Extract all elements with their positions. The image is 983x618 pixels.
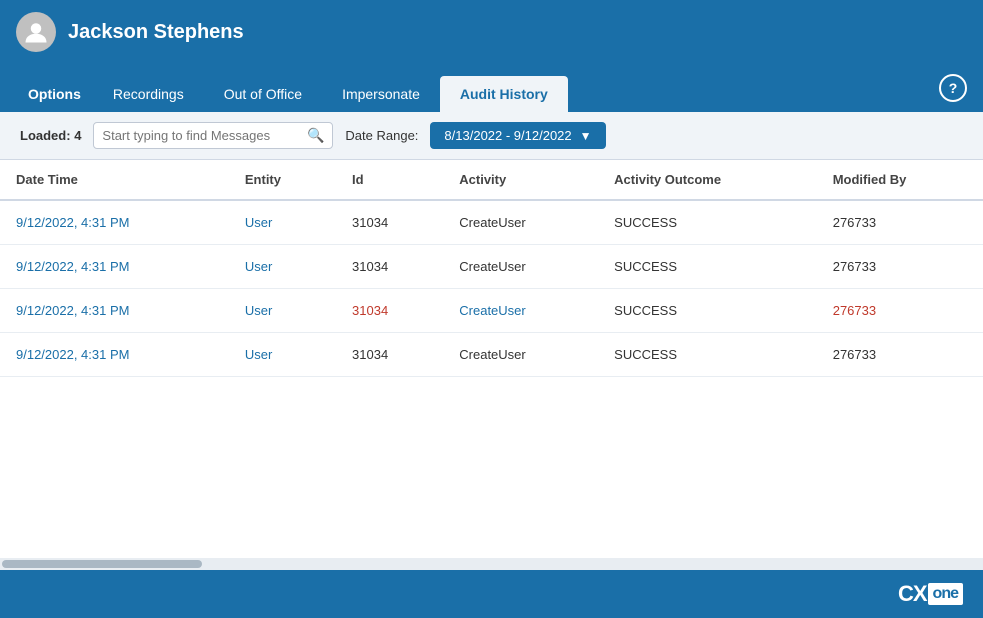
entity-link[interactable]: User (245, 303, 272, 318)
cell-entity: User (229, 200, 336, 245)
tab-audit-history[interactable]: Audit History (440, 76, 568, 112)
col-id: Id (336, 160, 443, 200)
cell-activity: CreateUser (443, 289, 598, 333)
audit-table-container: Date Time Entity Id Activity Activity Ou… (0, 160, 983, 558)
date-range-label: Date Range: (345, 128, 418, 143)
loaded-label: Loaded: 4 (20, 128, 81, 143)
cell-modified-by: 276733 (817, 333, 983, 377)
table-row: 9/12/2022, 4:31 PM User 31034 CreateUser SUC… (0, 289, 983, 333)
id-link[interactable]: 31034 (352, 303, 388, 318)
cell-activity-outcome: SUCCESS (598, 289, 817, 333)
col-date-time: Date Time (0, 160, 229, 200)
cell-date-time: 9/12/2022, 4:31 PM (0, 200, 229, 245)
cell-entity: User (229, 289, 336, 333)
entity-link[interactable]: User (245, 259, 272, 274)
date-time-link[interactable]: 9/12/2022, 4:31 PM (16, 303, 129, 318)
avatar (16, 12, 56, 52)
tab-impersonate[interactable]: Impersonate (322, 76, 440, 112)
cell-id: 31034 (336, 245, 443, 289)
search-input[interactable] (102, 128, 307, 143)
cell-activity: CreateUser (443, 245, 598, 289)
table-row: 9/12/2022, 4:31 PM User 31034CreateUserSUC… (0, 245, 983, 289)
cell-id: 31034 (336, 289, 443, 333)
date-range-button[interactable]: 8/13/2022 - 9/12/2022 ▼ (430, 122, 605, 149)
logo-one: one (928, 583, 963, 605)
col-modified-by: Modified By (817, 160, 983, 200)
entity-link[interactable]: User (245, 215, 272, 230)
cell-entity: User (229, 333, 336, 377)
table-header-row: Date Time Entity Id Activity Activity Ou… (0, 160, 983, 200)
loaded-count: 4 (74, 128, 81, 143)
tab-out-of-office[interactable]: Out of Office (204, 76, 322, 112)
activity-link[interactable]: CreateUser (459, 303, 525, 318)
cell-activity: CreateUser (443, 333, 598, 377)
cell-activity-outcome: SUCCESS (598, 245, 817, 289)
date-time-link[interactable]: 9/12/2022, 4:31 PM (16, 215, 129, 230)
date-time-link[interactable]: 9/12/2022, 4:31 PM (16, 347, 129, 362)
search-icon: 🔍 (307, 127, 324, 144)
cell-activity-outcome: SUCCESS (598, 333, 817, 377)
cxone-logo: CX one (898, 581, 963, 607)
entity-link[interactable]: User (245, 347, 272, 362)
search-container: 🔍 (93, 122, 333, 149)
date-time-link[interactable]: 9/12/2022, 4:31 PM (16, 259, 129, 274)
modified-by-link[interactable]: 276733 (833, 303, 876, 318)
cell-activity-outcome: SUCCESS (598, 200, 817, 245)
date-range-value: 8/13/2022 - 9/12/2022 (444, 128, 571, 143)
audit-table: Date Time Entity Id Activity Activity Ou… (0, 160, 983, 377)
user-name: Jackson Stephens (68, 21, 244, 44)
filter-bar: Loaded: 4 🔍 Date Range: 8/13/2022 - 9/12… (0, 112, 983, 160)
col-activity-outcome: Activity Outcome (598, 160, 817, 200)
tab-recordings[interactable]: Recordings (93, 76, 204, 112)
cell-modified-by: 276733 (817, 245, 983, 289)
cell-date-time: 9/12/2022, 4:31 PM (0, 333, 229, 377)
cell-id: 31034 (336, 200, 443, 245)
col-entity: Entity (229, 160, 336, 200)
horizontal-scrollbar[interactable] (0, 558, 983, 570)
logo-cx: CX (898, 581, 927, 607)
chevron-down-icon: ▼ (580, 129, 592, 143)
cell-id: 31034 (336, 333, 443, 377)
tab-options-label: Options (16, 76, 93, 112)
col-activity: Activity (443, 160, 598, 200)
main-content: Loaded: 4 🔍 Date Range: 8/13/2022 - 9/12… (0, 112, 983, 570)
cell-date-time: 9/12/2022, 4:31 PM (0, 245, 229, 289)
table-row: 9/12/2022, 4:31 PM User 31034CreateUserSUC… (0, 200, 983, 245)
cell-entity: User (229, 245, 336, 289)
tab-bar: Options Recordings Out of Office Imperso… (0, 64, 983, 112)
footer: CX one (0, 570, 983, 618)
table-row: 9/12/2022, 4:31 PM User 31034CreateUserSUC… (0, 333, 983, 377)
help-button[interactable]: ? (939, 74, 967, 102)
cell-modified-by: 276733 (817, 289, 983, 333)
cell-date-time: 9/12/2022, 4:31 PM (0, 289, 229, 333)
scrollbar-thumb[interactable] (2, 560, 202, 568)
cell-modified-by: 276733 (817, 200, 983, 245)
header: Jackson Stephens (0, 0, 983, 64)
cell-activity: CreateUser (443, 200, 598, 245)
